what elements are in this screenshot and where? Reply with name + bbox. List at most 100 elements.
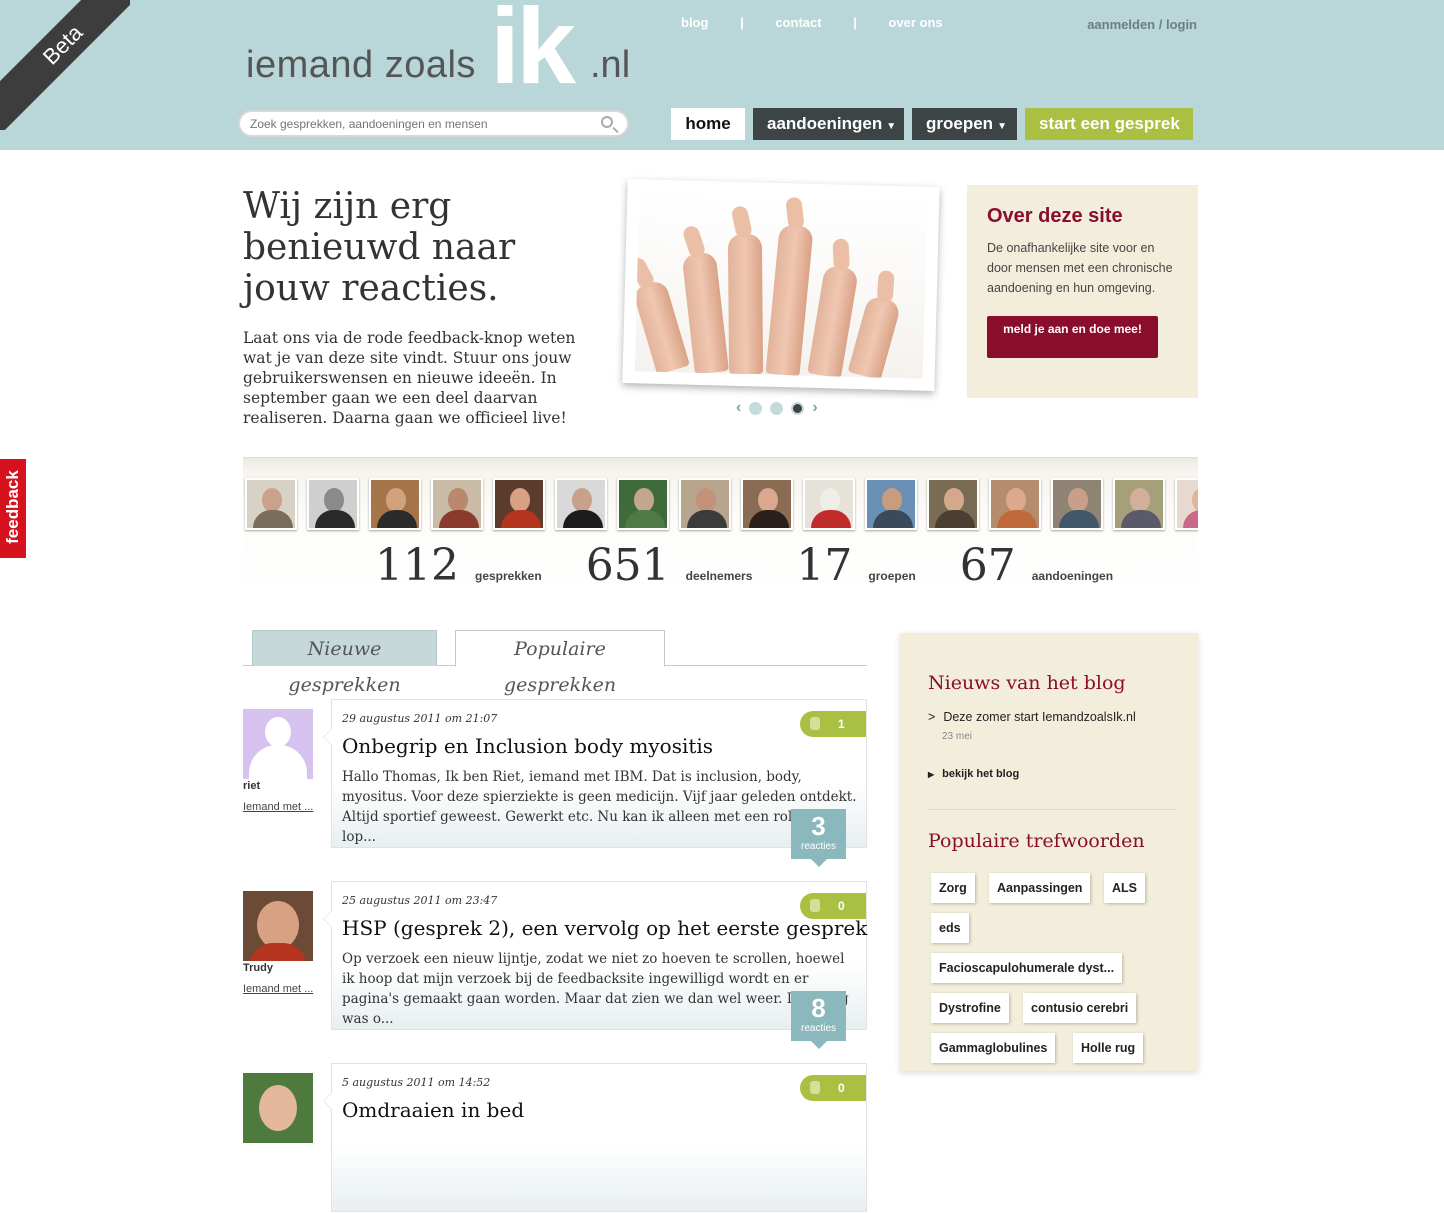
member-avatar[interactable] xyxy=(307,478,359,530)
divider xyxy=(928,809,1176,810)
like-badge[interactable]: 1 xyxy=(800,711,866,737)
thumbs-up-icon xyxy=(810,717,820,730)
about-title: Over deze site xyxy=(987,205,1123,227)
reacties-badge[interactable]: 3 reacties xyxy=(791,809,846,867)
next-slide-icon[interactable]: › xyxy=(812,399,817,417)
conversation-tabs: Nieuwe gesprekken Populaire gesprekken xyxy=(243,630,867,696)
member-avatar[interactable] xyxy=(555,478,607,530)
stat-gesprekken-count: 112 xyxy=(375,540,459,591)
beta-ribbon: Beta xyxy=(0,0,130,130)
join-button[interactable]: meld je aan en doe mee! xyxy=(987,316,1158,358)
tag[interactable]: Dystrofine xyxy=(931,993,1009,1023)
site-stats: 112 gesprekken 651 deelnemers 17 groepen… xyxy=(375,540,1113,591)
reacties-count: 3 xyxy=(811,811,826,841)
over-ons-link[interactable]: over ons xyxy=(888,15,942,30)
tag[interactable]: contusio cerebri xyxy=(1023,993,1137,1023)
conversation-date: 25 augustus 2011 om 23:47 xyxy=(342,894,498,907)
top-links: blog | contact | over ons xyxy=(681,15,943,30)
site-header: Beta iemand zoals ik .nl blog | contact … xyxy=(0,0,1444,150)
member-avatar[interactable] xyxy=(803,478,855,530)
member-avatar[interactable] xyxy=(493,478,545,530)
user-condition-link[interactable]: Iemand met ... xyxy=(243,801,313,813)
hero-title: Wij zijn erg benieuwd naar jouw reacties… xyxy=(243,186,516,309)
conversation-excerpt: Op verzoek een nieuw lijntje, zodat we n… xyxy=(342,951,849,1027)
nav-home[interactable]: home xyxy=(671,108,745,140)
tag[interactable]: Zorg xyxy=(931,873,975,903)
hero-text: Laat ons via de rode feedback-knop weten… xyxy=(243,329,576,427)
slide-dot[interactable] xyxy=(749,401,763,415)
reacties-label: reacties xyxy=(800,841,836,852)
about-box: Over deze site De onafhankelijke site vo… xyxy=(967,185,1198,398)
search-icon[interactable] xyxy=(601,116,613,128)
user-condition-link[interactable]: Iemand met ... xyxy=(243,983,313,995)
member-avatar[interactable] xyxy=(679,478,731,530)
user-name[interactable]: riet xyxy=(243,780,260,792)
chevron-right-icon: > xyxy=(928,710,936,724)
login-link[interactable]: aanmelden / login xyxy=(1087,17,1197,32)
conversation-title[interactable]: HSP (gesprek 2), een vervolg op het eers… xyxy=(342,916,867,940)
members-strip: 112 gesprekken 651 deelnemers 17 groepen… xyxy=(243,457,1198,594)
member-avatar[interactable] xyxy=(431,478,483,530)
slideshow-pager: ‹ › xyxy=(736,399,818,417)
slide-dot[interactable] xyxy=(770,401,784,415)
prev-slide-icon[interactable]: ‹ xyxy=(736,399,741,417)
conversation-card[interactable]: 5 augustus 2011 om 14:52 Omdraaien in be… xyxy=(323,1063,867,1212)
blog-item[interactable]: > Deze zomer start IemandzoalsIk.nl xyxy=(928,710,1136,724)
view-blog-link[interactable]: ▶ bekijk het blog xyxy=(928,768,1019,780)
tab-populaire-gesprekken[interactable]: Populaire gesprekken xyxy=(455,630,665,696)
member-avatar[interactable] xyxy=(369,478,421,530)
member-avatar[interactable] xyxy=(245,478,297,530)
member-avatar[interactable] xyxy=(741,478,793,530)
tag[interactable]: Gammaglobulines xyxy=(931,1033,1056,1063)
like-badge[interactable]: 0 xyxy=(800,1075,866,1101)
member-avatar[interactable] xyxy=(1113,478,1165,530)
user-avatar[interactable] xyxy=(243,709,313,779)
nav-groepen[interactable]: groepen ▼ xyxy=(912,108,1017,140)
conversation-item: 5 augustus 2011 om 14:52 Omdraaien in be… xyxy=(243,1063,867,1213)
member-avatar[interactable] xyxy=(1175,478,1198,530)
member-avatar[interactable] xyxy=(617,478,669,530)
search-input[interactable] xyxy=(250,112,590,135)
logo-ik: ik xyxy=(490,0,576,106)
stat-aandoeningen-label: aandoeningen xyxy=(1031,569,1114,583)
reacties-badge[interactable]: 8 reacties xyxy=(791,991,846,1049)
tag[interactable]: eds xyxy=(931,913,969,943)
member-avatar[interactable] xyxy=(1051,478,1103,530)
member-avatars xyxy=(245,478,1198,530)
conversation-title[interactable]: Onbegrip en Inclusion body myositis xyxy=(342,734,713,758)
divider: | xyxy=(740,15,744,30)
start-gesprek-button[interactable]: start een gesprek xyxy=(1025,108,1193,140)
search-box xyxy=(238,110,629,137)
conversation-date: 29 augustus 2011 om 21:07 xyxy=(342,712,498,725)
feedback-tab[interactable]: feedback xyxy=(0,459,26,558)
tag[interactable]: Holle rug xyxy=(1073,1033,1144,1063)
caret-down-icon: ▼ xyxy=(997,121,1007,132)
tag[interactable]: Facioscapulohumerale dyst... xyxy=(931,953,1123,983)
user-avatar[interactable] xyxy=(243,891,313,961)
conversation-card[interactable]: 25 augustus 2011 om 23:47 HSP (gesprek 2… xyxy=(323,881,867,1049)
nav-groepen-label: groepen xyxy=(926,114,994,133)
tag[interactable]: ALS xyxy=(1104,873,1145,903)
contact-link[interactable]: contact xyxy=(775,15,821,30)
conversation-item: riet Iemand met ... 29 augustus 2011 om … xyxy=(243,699,867,867)
feedback-label: feedback xyxy=(3,470,22,544)
member-avatar[interactable] xyxy=(989,478,1041,530)
user-name[interactable]: Trudy xyxy=(243,962,273,974)
nav-aandoeningen[interactable]: aandoeningen ▼ xyxy=(753,108,904,140)
user-avatar[interactable] xyxy=(243,1073,313,1143)
like-count: 0 xyxy=(838,1081,845,1095)
caret-down-icon: ▼ xyxy=(886,121,897,132)
tag[interactable]: Aanpassingen xyxy=(989,873,1091,903)
blog-link[interactable]: blog xyxy=(681,15,708,30)
member-avatar[interactable] xyxy=(865,478,917,530)
conversation-title[interactable]: Omdraaien in bed xyxy=(342,1098,524,1122)
stat-groepen-label: groepen xyxy=(868,569,916,583)
member-avatar[interactable] xyxy=(927,478,979,530)
like-badge[interactable]: 0 xyxy=(800,893,866,919)
logo-text-left: iemand zoals xyxy=(246,44,476,86)
slide-dot-active[interactable] xyxy=(791,401,805,415)
conversation-card[interactable]: 29 augustus 2011 om 21:07 Onbegrip en In… xyxy=(323,699,867,867)
about-text: De onafhankelijke site voor en door mens… xyxy=(987,241,1173,295)
tab-nieuwe-gesprekken[interactable]: Nieuwe gesprekken xyxy=(252,630,437,696)
triangle-right-icon: ▶ xyxy=(928,770,935,779)
